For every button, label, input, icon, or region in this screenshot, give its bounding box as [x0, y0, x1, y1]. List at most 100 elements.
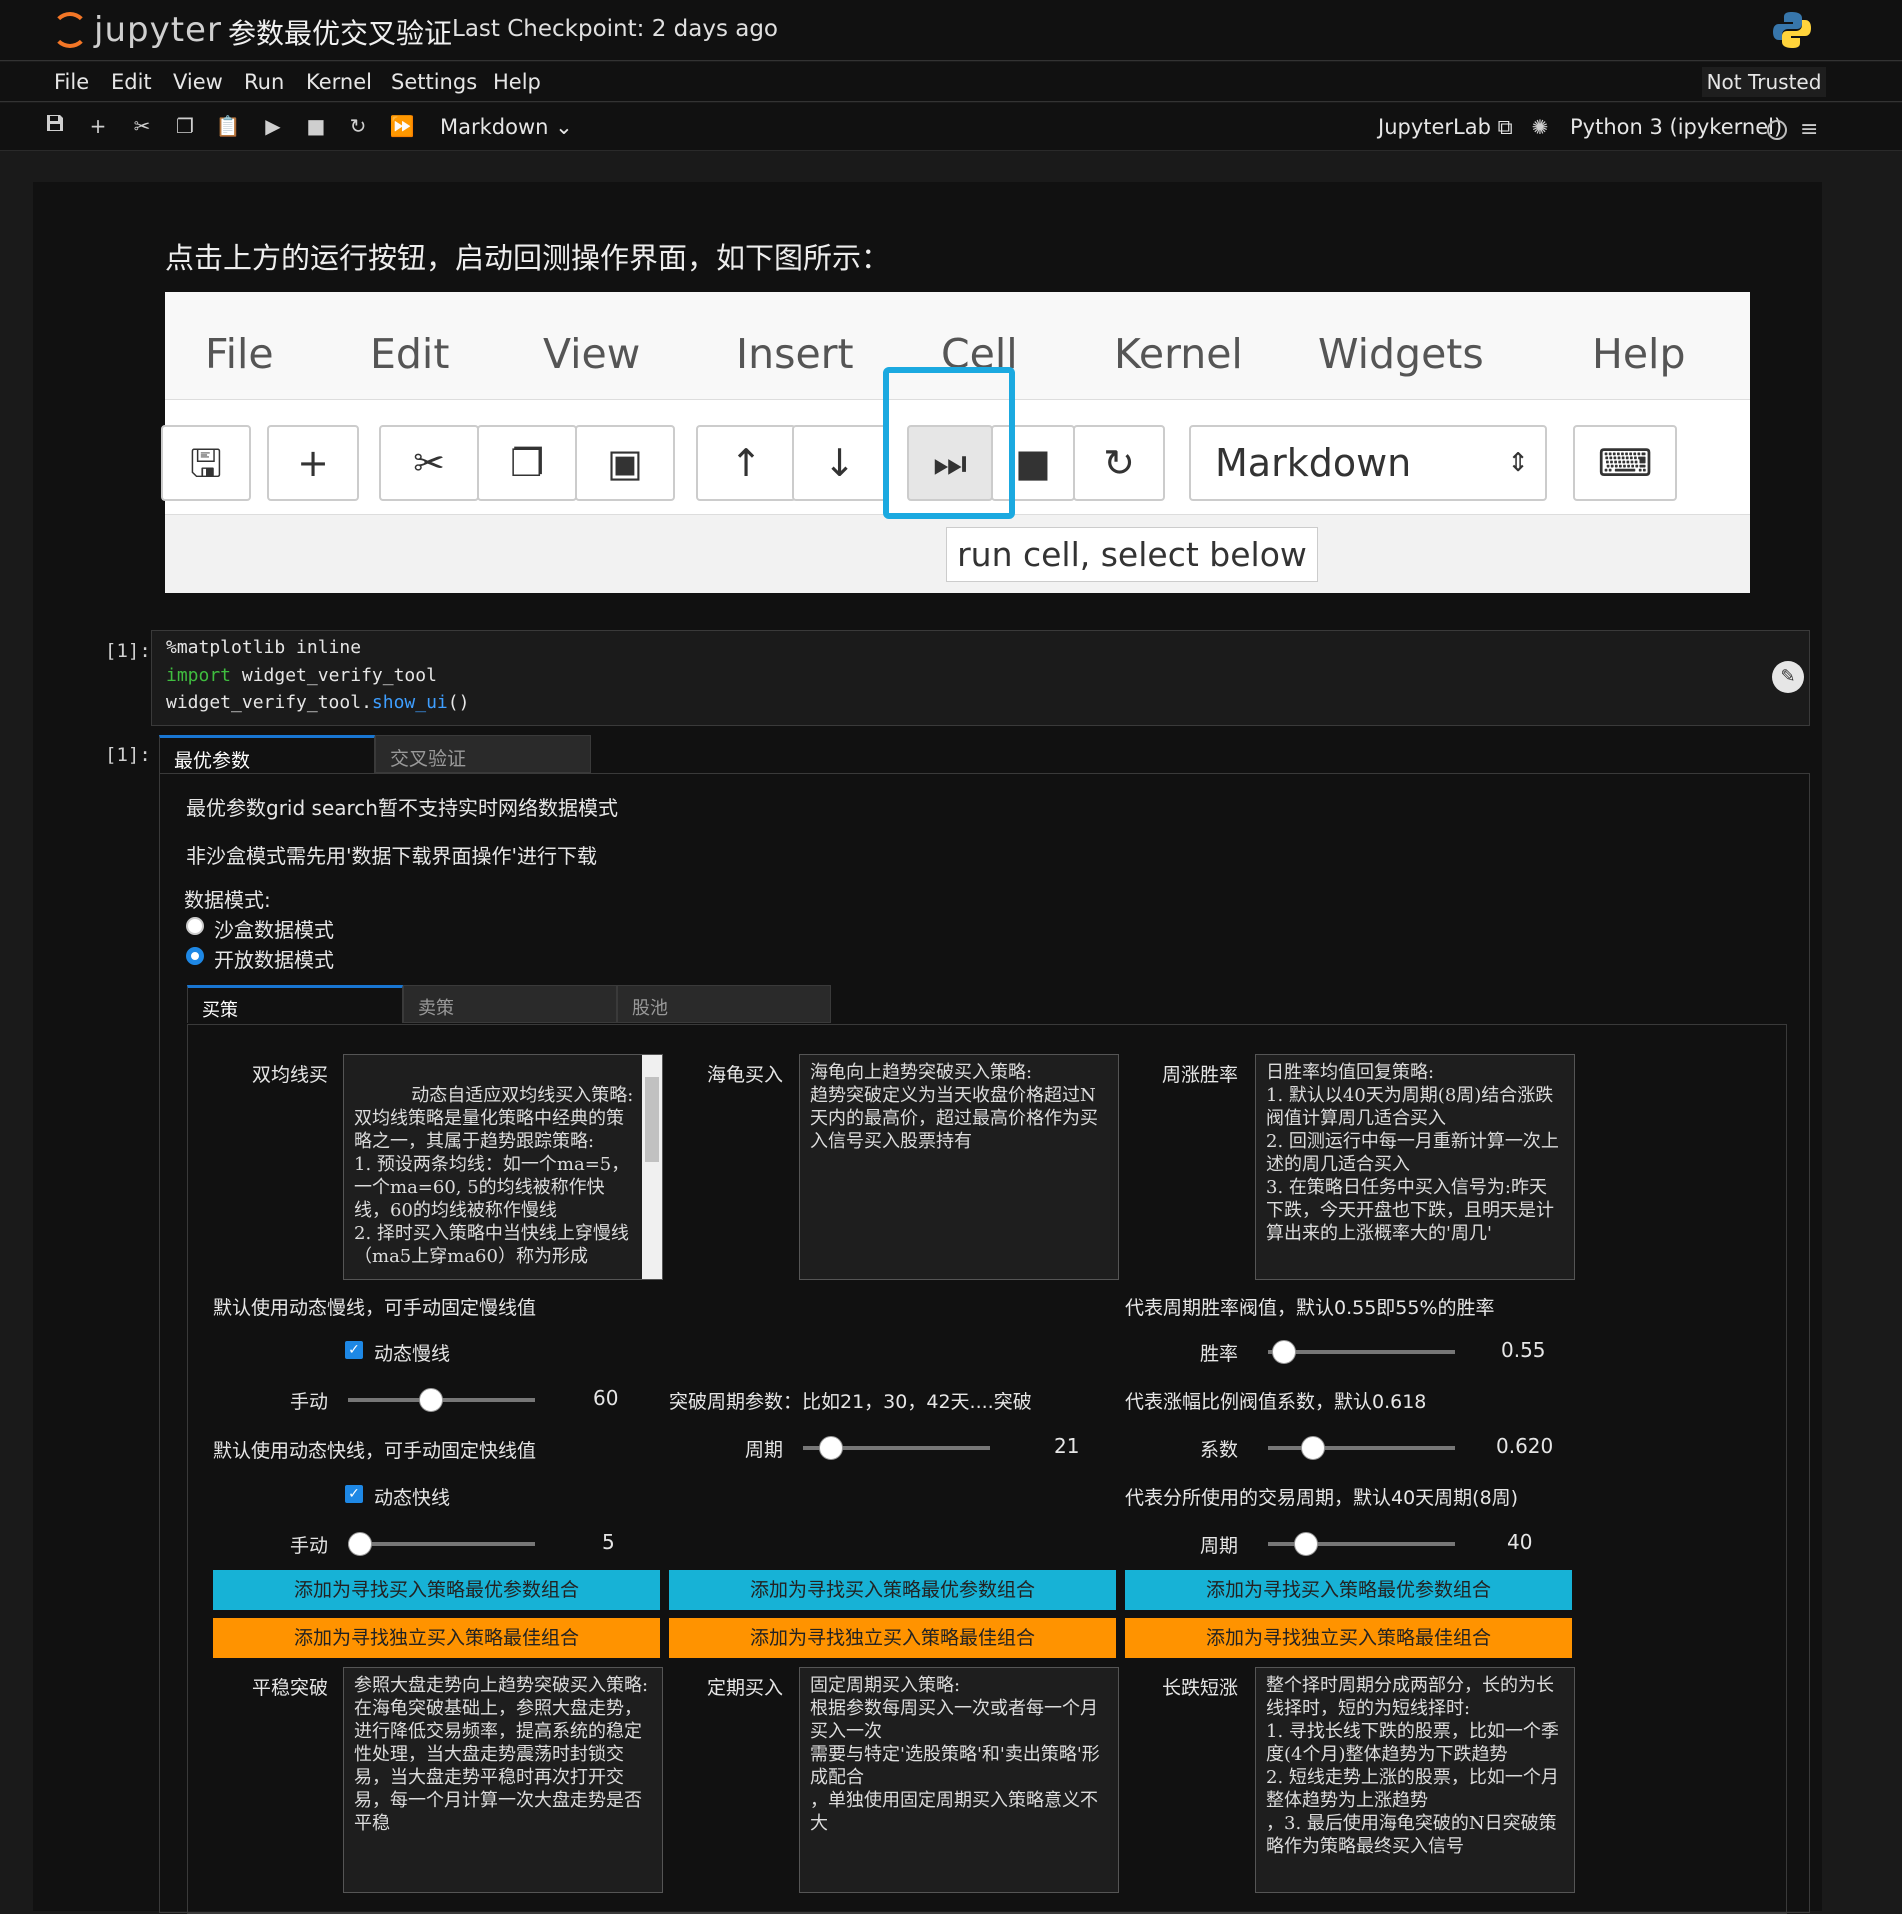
strategy-label: 平稳突破: [251, 1677, 328, 1699]
trust-indicator[interactable]: Not Trusted: [1702, 67, 1826, 97]
code-cell[interactable]: %matplotlib inline import widget_verify_…: [151, 630, 1810, 726]
jupyter-logo-icon: [52, 12, 88, 48]
slider-knob[interactable]: [1294, 1532, 1318, 1556]
radio-sandbox[interactable]: [186, 917, 204, 935]
tab-best-params[interactable]: 最优参数: [159, 735, 375, 773]
markdown-text: 点击上方的运行按钮，启动回测操作界面，如下图所示：: [165, 241, 891, 275]
code-line: import widget_verify_tool: [166, 665, 437, 686]
tab-cross-validation[interactable]: 交叉验证: [375, 735, 591, 773]
code-prompt: [1]:: [105, 640, 151, 662]
jupyterlab-label: JupyterLab: [1378, 115, 1491, 139]
slider-trade-period[interactable]: [1268, 1532, 1455, 1556]
menu-icon[interactable]: ≡: [1800, 117, 1818, 142]
demo-screenshot: File Edit View Insert Cell Kernel Widget…: [161, 292, 1750, 593]
win-rate-note: 代表周期胜率阀值，默认0.55即55%的胜率: [1125, 1297, 1495, 1319]
slider-knob[interactable]: [1272, 1340, 1296, 1364]
scrollbar[interactable]: [642, 1055, 662, 1279]
jupyter-logo[interactable]: jupyter: [52, 8, 221, 52]
demo-cell-type-text: Markdown: [1215, 441, 1412, 485]
run-icon[interactable]: ▶: [258, 111, 288, 141]
notebook-title[interactable]: 参数最优交叉验证: [228, 12, 452, 52]
tab-pool[interactable]: 股池: [617, 985, 831, 1023]
fast-forward-icon[interactable]: ⏩: [387, 111, 417, 141]
slider-knob[interactable]: [419, 1388, 443, 1412]
strategy-description[interactable]: 海龟向上趋势突破买入策略: 趋势突破定义为当天收盘价格超过N天内的最高价，超过最…: [799, 1054, 1119, 1280]
strategy-label: 双均线买: [251, 1064, 328, 1086]
strategy-description[interactable]: 日胜率均值回复策略: 1. 默认以40天为周期(8周)结合涨跌阀值计算周几适合买…: [1255, 1054, 1575, 1280]
code-function: show_ui: [371, 692, 448, 713]
tab-buy[interactable]: 买策: [187, 985, 403, 1023]
menu-kernel[interactable]: Kernel: [306, 70, 372, 94]
strategy-description[interactable]: 固定周期买入策略: 根据参数每周买入一次或者每一个月买入一次 需要与特定'选股策…: [799, 1667, 1119, 1893]
slider-knob[interactable]: [348, 1532, 372, 1556]
cell-type-dropdown[interactable]: Markdown ⌄: [440, 115, 573, 139]
notebook-toolbar: + ✂ ❐ 📋 ▶ ■ ↻ ⏩ Markdown ⌄ JupyterLab ⧉ …: [0, 103, 1902, 151]
stop-icon[interactable]: ■: [301, 111, 331, 141]
checkbox-dynamic-slow[interactable]: ✓: [345, 1341, 363, 1359]
tab-panel: 最优参数grid search暂不支持实时网络数据模式 非沙盒模式需先用'数据下…: [159, 773, 1810, 1914]
slow-line-note: 默认使用动态慢线，可手动固定慢线值: [213, 1297, 537, 1319]
radio-label: 沙盒数据模式: [214, 918, 334, 942]
python-logo-icon: [1773, 12, 1811, 48]
period-note: 突破周期参数：比如21，30，42天....突破: [669, 1391, 1032, 1413]
code-keyword: import: [166, 665, 232, 686]
add-best-combo-button[interactable]: 添加为寻找独立买入策略最佳组合: [213, 1618, 660, 1658]
jupyterlab-link[interactable]: JupyterLab ⧉: [1378, 115, 1513, 140]
restart-icon[interactable]: ↻: [343, 111, 373, 141]
strategy-description[interactable]: 参照大盘走势向上趋势突破买入策略: 在海龟突破基础上，参照大盘走势，进行降低交易…: [343, 1667, 663, 1893]
menu-edit[interactable]: Edit: [111, 70, 152, 94]
add-best-combo-button[interactable]: 添加为寻找独立买入策略最佳组合: [669, 1618, 1116, 1658]
scrollbar-thumb[interactable]: [645, 1077, 659, 1162]
slider-value: 0.55: [1501, 1338, 1546, 1362]
widget-output: 最优参数 交叉验证 最优参数grid search暂不支持实时网络数据模式 非沙…: [159, 735, 1810, 1914]
menu-view[interactable]: View: [173, 70, 223, 94]
slider-knob[interactable]: [819, 1436, 843, 1460]
kernel-name[interactable]: Python 3 (ipykernel): [1570, 115, 1782, 139]
menu-settings[interactable]: Settings: [391, 70, 477, 94]
slider-value: 0.620: [1496, 1434, 1554, 1458]
demo-copy-icon: ❐: [477, 425, 577, 501]
slider-label: 手动: [289, 1391, 328, 1413]
notebook-area: 点击上方的运行按钮，启动回测操作界面，如下图所示： File Edit View…: [33, 182, 1822, 1914]
radio-open[interactable]: [186, 947, 204, 965]
checkbox-dynamic-fast[interactable]: ✓: [345, 1485, 363, 1503]
demo-paste-icon: ▣: [575, 425, 675, 501]
add-cell-icon[interactable]: +: [83, 111, 113, 141]
mode-label: 数据模式:: [184, 888, 271, 912]
slider-slow-line[interactable]: [348, 1388, 535, 1412]
add-best-params-button[interactable]: 添加为寻找买入策略最优参数组合: [213, 1570, 660, 1610]
slider-fast-line[interactable]: [348, 1532, 535, 1556]
tab-sell[interactable]: 卖策: [403, 985, 617, 1023]
menu-bar: File Edit View Run Kernel Settings Help …: [0, 62, 1902, 102]
save-icon[interactable]: [40, 111, 70, 141]
demo-up-icon: ↑: [696, 425, 796, 501]
menu-file[interactable]: File: [54, 70, 89, 94]
menu-help[interactable]: Help: [493, 70, 541, 94]
cut-icon[interactable]: ✂: [127, 111, 157, 141]
checkbox-label: 动态快线: [374, 1487, 451, 1509]
menu-run[interactable]: Run: [244, 70, 284, 94]
add-best-params-button[interactable]: 添加为寻找买入策略最优参数组合: [1125, 1570, 1572, 1610]
fast-line-note: 默认使用动态快线，可手动固定快线值: [213, 1440, 537, 1462]
code-line: widget_verify_tool.show_ui(): [166, 692, 470, 713]
demo-plus-icon: +: [267, 425, 359, 501]
strategy-description[interactable]: 整个择时周期分成两部分，长的为长线择时，短的为短线择时: 1. 寻找长线下跌的股…: [1255, 1667, 1575, 1893]
add-best-combo-button[interactable]: 添加为寻找独立买入策略最佳组合: [1125, 1618, 1572, 1658]
slider-knob[interactable]: [1301, 1436, 1325, 1460]
demo-save-icon: 🖫: [161, 425, 251, 501]
strategy-description[interactable]: 动态自适应双均线买入策略: 双均线策略是量化策略中经典的策略之一，其属于趋势跟踪…: [343, 1054, 663, 1280]
description-text: 动态自适应双均线买入策略: 双均线策略是量化策略中经典的策略之一，其属于趋势跟踪…: [354, 1085, 634, 1267]
code-line: %matplotlib inline: [166, 637, 362, 658]
slider-period[interactable]: [803, 1436, 990, 1460]
slider-coef[interactable]: [1268, 1436, 1455, 1460]
demo-down-icon: ↓: [792, 425, 887, 501]
debugger-icon[interactable]: ✺: [1525, 112, 1555, 142]
copy-icon[interactable]: ❐: [170, 111, 200, 141]
edit-icon[interactable]: ✎: [1772, 661, 1804, 693]
demo-keyboard-icon: ⌨: [1573, 425, 1677, 501]
add-best-params-button[interactable]: 添加为寻找买入策略最优参数组合: [669, 1570, 1116, 1610]
paste-icon[interactable]: 📋: [213, 111, 243, 141]
notice-text: 非沙盒模式需先用'数据下载界面操作'进行下载: [186, 844, 597, 868]
slider-value: 5: [602, 1530, 615, 1554]
slider-win-rate[interactable]: [1268, 1340, 1455, 1364]
